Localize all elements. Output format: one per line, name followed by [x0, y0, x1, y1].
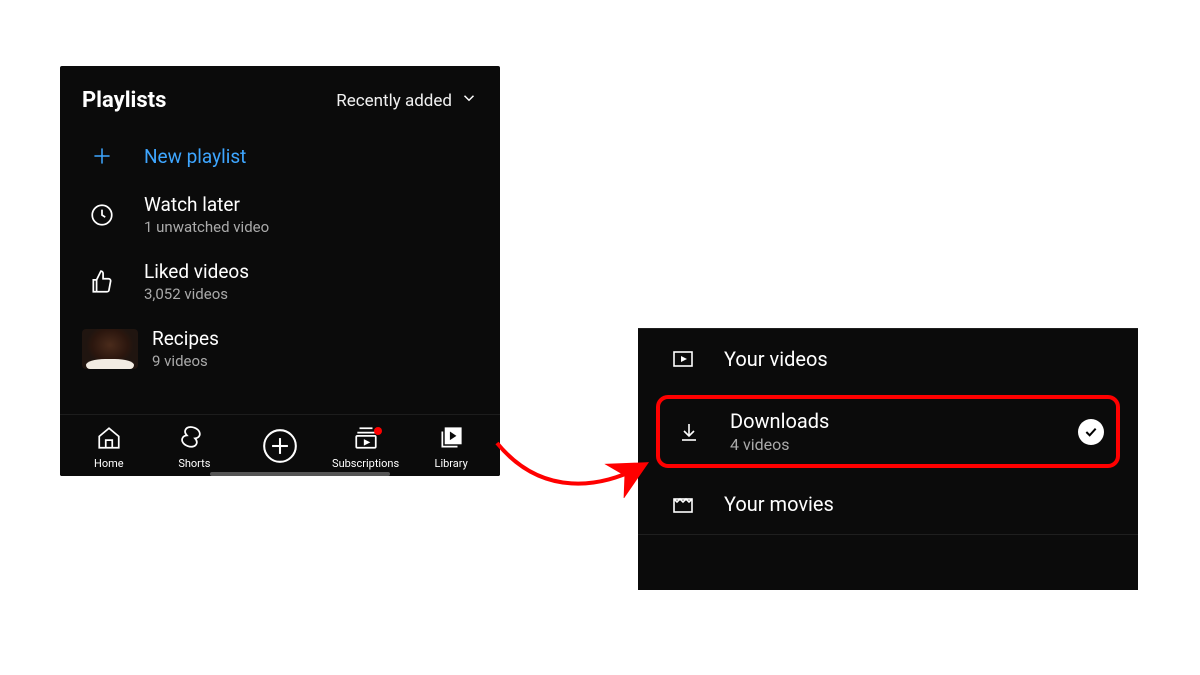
annotation-arrow-icon: [492, 388, 657, 498]
nav-subscriptions[interactable]: Subscriptions: [323, 425, 409, 470]
watch-later-title: Watch later: [144, 193, 269, 216]
library-panel: Your videos Downloads 4 videos Your movi…: [638, 328, 1138, 590]
nav-home-label: Home: [94, 457, 124, 470]
downloads-item[interactable]: Downloads 4 videos: [656, 395, 1120, 468]
bottom-nav: Home Shorts Subscriptions Library: [60, 414, 500, 476]
nav-library-label: Library: [435, 457, 468, 470]
chevron-down-icon: [460, 89, 478, 112]
your-movies-item[interactable]: Your movies: [638, 474, 1138, 534]
liked-title: Liked videos: [144, 260, 249, 283]
recipes-sub: 9 videos: [152, 352, 219, 370]
your-movies-label: Your movies: [724, 492, 1108, 516]
playlist-thumbnail: [82, 329, 138, 369]
your-videos-item[interactable]: Your videos: [638, 329, 1138, 389]
movie-icon: [668, 492, 698, 516]
new-playlist-button[interactable]: New playlist: [60, 131, 500, 181]
liked-sub: 3,052 videos: [144, 285, 249, 303]
plus-circle-icon: [261, 427, 299, 468]
new-playlist-label: New playlist: [144, 145, 246, 168]
shorts-icon: [181, 425, 207, 454]
play-square-icon: [668, 347, 698, 371]
playlists-header: Playlists Recently added: [60, 66, 500, 123]
library-icon: [438, 425, 464, 454]
nav-shorts-label: Shorts: [178, 457, 210, 470]
plus-icon: [82, 143, 122, 169]
thumbs-up-icon: [82, 269, 122, 295]
playlists-panel: Playlists Recently added New playlist Wa…: [60, 66, 500, 476]
home-icon: [96, 425, 122, 454]
check-badge-icon: [1078, 419, 1104, 445]
nav-library[interactable]: Library: [408, 425, 494, 470]
download-icon: [674, 420, 704, 444]
clock-icon: [82, 202, 122, 228]
playlists-title: Playlists: [82, 88, 166, 113]
sort-label: Recently added: [336, 91, 452, 111]
notification-dot-icon: [374, 427, 382, 435]
watch-later-item[interactable]: Watch later 1 unwatched video: [60, 181, 500, 248]
sort-dropdown[interactable]: Recently added: [336, 89, 478, 112]
nav-subscriptions-label: Subscriptions: [332, 457, 399, 470]
liked-videos-item[interactable]: Liked videos 3,052 videos: [60, 248, 500, 315]
recipes-title: Recipes: [152, 327, 219, 350]
downloads-sub: 4 videos: [730, 435, 1052, 454]
your-videos-label: Your videos: [724, 347, 1108, 371]
scroll-indicator: [210, 472, 390, 476]
watch-later-sub: 1 unwatched video: [144, 218, 269, 236]
recipes-item[interactable]: Recipes 9 videos: [60, 315, 500, 382]
nav-home[interactable]: Home: [66, 425, 152, 470]
nav-create[interactable]: [237, 427, 323, 468]
divider: [638, 534, 1138, 535]
downloads-title: Downloads: [730, 409, 1052, 433]
playlists-list: New playlist Watch later 1 unwatched vid…: [60, 123, 500, 382]
nav-shorts[interactable]: Shorts: [152, 425, 238, 470]
